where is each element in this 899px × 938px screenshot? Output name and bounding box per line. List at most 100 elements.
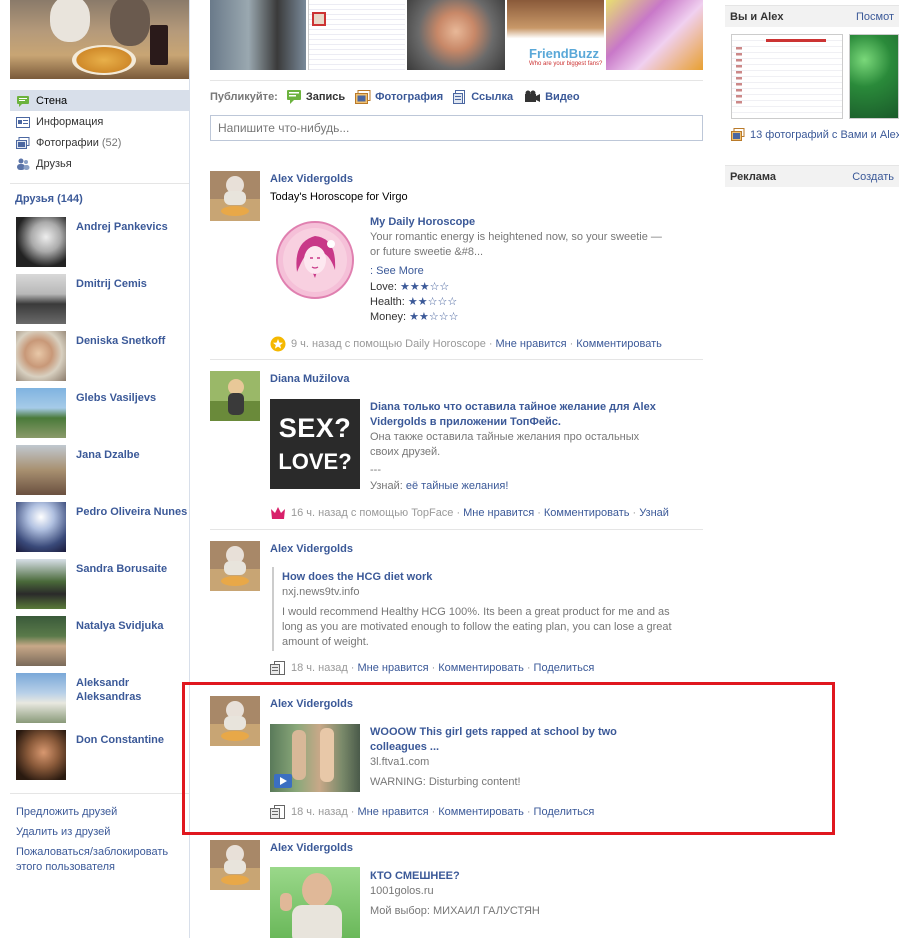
friend-item[interactable]: Aleksandr Aleksandras <box>16 673 188 723</box>
friend-name[interactable]: Don Constantine <box>76 733 188 747</box>
topface-thumbnail[interactable]: SEX? LOVE? <box>270 399 360 489</box>
friend-item[interactable]: Jana Dzalbe <box>16 445 188 495</box>
post-author[interactable]: Diana Mužilova <box>270 373 349 385</box>
create-ad-link[interactable]: Создать <box>852 171 894 183</box>
friend-name[interactable]: Natalya Svidjuka <box>76 619 188 633</box>
friend-name[interactable]: Aleksandr Aleksandras <box>76 676 188 704</box>
learn-action-link[interactable]: Узнай <box>639 507 669 519</box>
sidebar-item-friends[interactable]: Друзья <box>10 153 189 174</box>
friend-photo[interactable] <box>16 559 66 609</box>
friend-photo[interactable] <box>16 388 66 438</box>
post-meta: 18 ч. назад · Мне нравится · Комментироват… <box>270 661 594 675</box>
suggest-friends-link[interactable]: Предложить друзей <box>16 805 117 820</box>
comment-link[interactable]: Комментировать <box>544 507 630 519</box>
sidebar-item-info[interactable]: Информация <box>10 111 189 132</box>
you-and-alex-header: Вы и Alex Посмот <box>725 5 899 27</box>
avatar[interactable] <box>210 541 260 591</box>
post-timestamp[interactable]: 9 ч. назад с помощью Daily Horoscope <box>291 338 486 350</box>
post-author[interactable]: Alex Vidergolds <box>270 173 353 185</box>
publisher-photo-option[interactable]: Фотография <box>355 90 443 104</box>
photos-count: (52) <box>101 136 122 149</box>
top-photo[interactable] <box>308 0 405 70</box>
friend-item[interactable]: Sandra Borusaite <box>16 559 188 609</box>
see-more-link[interactable]: : See More <box>370 265 424 277</box>
comment-link[interactable]: Комментировать <box>438 662 524 674</box>
photos-icon <box>16 136 30 149</box>
avatar[interactable] <box>210 171 260 221</box>
friend-photo[interactable] <box>16 331 66 381</box>
post-timestamp[interactable]: 18 ч. назад <box>291 662 348 674</box>
thumb-text-sex: SEX? <box>278 413 352 443</box>
attachment-title[interactable]: How does the HCG diet work <box>282 570 432 585</box>
avatar[interactable] <box>210 371 260 421</box>
friend-photo[interactable] <box>16 445 66 495</box>
publisher-link-option[interactable]: Ссылка <box>453 90 513 104</box>
publisher-video-option[interactable]: Видео <box>523 90 580 104</box>
sidebar-item-label: Друзья <box>36 157 72 170</box>
link-icon <box>453 90 467 104</box>
profile-photo[interactable] <box>10 0 189 79</box>
post-author[interactable]: Alex Vidergolds <box>270 842 353 854</box>
attachment-description: Your romantic energy is heightened now, … <box>370 231 662 258</box>
like-link[interactable]: Мне нравится <box>463 507 534 519</box>
status-icon <box>286 89 302 105</box>
shared-photo[interactable] <box>849 34 899 119</box>
top-photo[interactable]: FriendBuzz Who are your biggest fans? <box>507 0 604 70</box>
friend-photo[interactable] <box>16 502 66 552</box>
friend-item[interactable]: Deniska Snetkoff <box>16 331 188 381</box>
attachment-title[interactable]: Diana только что оставила тайное желание… <box>370 400 660 430</box>
golos-thumbnail[interactable] <box>270 867 360 938</box>
post-timestamp[interactable]: 16 ч. назад с помощью TopFace <box>291 507 453 519</box>
info-icon <box>16 116 30 128</box>
friend-name[interactable]: Dmitrij Cemis <box>76 277 188 291</box>
top-photo[interactable] <box>407 0 505 70</box>
friend-item[interactable]: Pedro Oliveira Nunes <box>16 502 188 552</box>
friend-photo[interactable] <box>16 616 66 666</box>
friend-photo[interactable] <box>16 217 66 267</box>
horoscope-thumbnail[interactable] <box>275 220 355 300</box>
friend-photo[interactable] <box>16 274 66 324</box>
divider <box>10 183 189 184</box>
friend-item[interactable]: Dmitrij Cemis <box>16 274 188 324</box>
comment-link[interactable]: Комментировать <box>576 338 662 350</box>
post-meta: 9 ч. назад с помощью Daily Horoscope · Мн… <box>270 336 662 352</box>
friend-name[interactable]: Sandra Borusaite <box>76 562 188 576</box>
sidebar-item-label: Фотографии <box>36 136 99 149</box>
view-link[interactable]: Посмот <box>856 11 894 23</box>
friend-item[interactable]: Natalya Svidjuka <box>16 616 188 666</box>
friend-item[interactable]: Andrej Pankevics <box>16 217 188 267</box>
top-photo[interactable] <box>606 0 703 70</box>
share-link[interactable]: Поделиться <box>534 662 595 674</box>
friend-name[interactable]: Deniska Snetkoff <box>76 334 188 348</box>
avatar[interactable] <box>210 840 260 890</box>
attachment-title[interactable]: My Daily Horoscope <box>370 215 475 230</box>
learn-line: Узнай: её тайные желания! <box>370 480 509 492</box>
friend-name[interactable]: Jana Dzalbe <box>76 448 188 462</box>
attachment-title[interactable]: КТО СМЕШНЕЕ? <box>370 869 460 884</box>
status-input[interactable]: Напишите что-нибудь... <box>210 115 703 141</box>
learn-link[interactable]: её тайные желания! <box>406 480 509 492</box>
report-block-link[interactable]: Пожаловаться/заблокировать этого пользов… <box>16 845 181 875</box>
post-message: Today's Horoscope for Virgo <box>270 191 408 203</box>
like-link[interactable]: Мне нравится <box>496 338 567 350</box>
shared-photo[interactable] <box>731 34 843 119</box>
like-link[interactable]: Мне нравится <box>357 662 428 674</box>
top-photo[interactable] <box>210 0 306 70</box>
publisher-bar: Публикуйте: Запись Фотография Ссылка Вид… <box>210 88 703 106</box>
friend-photo[interactable] <box>16 730 66 780</box>
friend-name[interactable]: Glebs Vasiljevs <box>76 391 188 405</box>
post-author[interactable]: Alex Vidergolds <box>270 543 353 555</box>
friend-name[interactable]: Pedro Oliveira Nunes <box>76 505 188 519</box>
friend-name[interactable]: Andrej Pankevics <box>76 220 188 234</box>
friend-item[interactable]: Glebs Vasiljevs <box>16 388 188 438</box>
publisher-status-option[interactable]: Запись <box>286 89 345 105</box>
friend-photo[interactable] <box>16 673 66 723</box>
sidebar-item-wall[interactable]: Стена <box>10 90 189 111</box>
crown-icon <box>270 506 286 520</box>
shared-photos-caption[interactable]: 13 фотографий с Вами и Alex <box>731 128 899 141</box>
remove-friend-link[interactable]: Удалить из друзей <box>16 825 110 840</box>
friends-icon <box>16 158 30 170</box>
friends-header[interactable]: Друзья (144) <box>15 193 83 205</box>
friend-item[interactable]: Don Constantine <box>16 730 188 780</box>
sidebar-item-photos[interactable]: Фотографии (52) <box>10 132 189 153</box>
